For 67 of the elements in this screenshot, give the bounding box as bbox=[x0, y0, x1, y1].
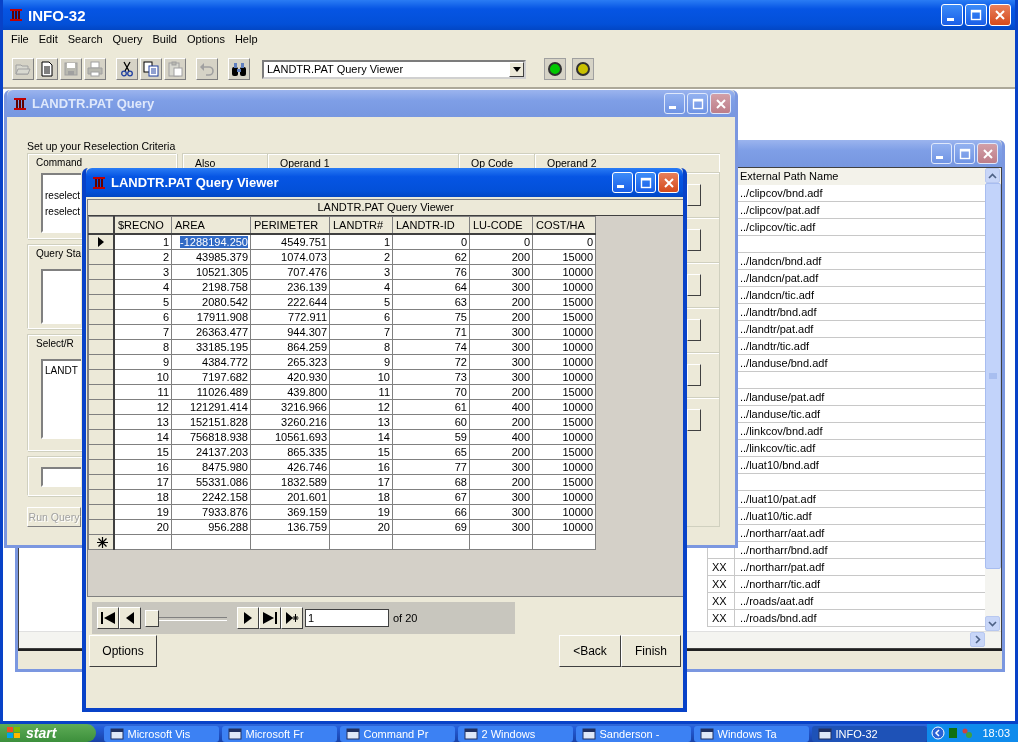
menu-item[interactable]: Edit bbox=[33, 33, 63, 45]
group-label: Select/R bbox=[36, 337, 74, 351]
file-path: ../linkcov/bnd.adf bbox=[739, 424, 824, 439]
window-title: LANDTR.PAT Query Viewer bbox=[111, 175, 279, 190]
file-path: ../landcn/bnd.adf bbox=[739, 254, 823, 269]
file-path: ../roads/bnd.adf bbox=[739, 611, 818, 626]
taskbar-button[interactable]: Sanderson - bbox=[575, 726, 691, 742]
file-path: ../landtr/pat.adf bbox=[739, 322, 815, 337]
window-title: INFO-32 bbox=[28, 6, 86, 24]
file-path: ../clipcov/bnd.adf bbox=[739, 186, 824, 201]
taskbar-button[interactable]: 2 Windows bbox=[457, 726, 573, 742]
column-header: LANDTR-ID bbox=[392, 216, 470, 234]
file-path: ../landuse/bnd.adf bbox=[739, 356, 829, 371]
finish-button[interactable]: Finish bbox=[621, 635, 681, 667]
command-field[interactable]: reselect reselect bbox=[41, 173, 81, 233]
clock: 18:03 bbox=[982, 727, 1011, 739]
menu-item[interactable]: File bbox=[6, 33, 34, 45]
record-count-label: of 20 bbox=[393, 612, 418, 624]
taskbar-button[interactable]: Microsoft Fr bbox=[221, 726, 337, 742]
record-number-field[interactable]: 1 bbox=[305, 609, 389, 627]
file-path: ../landtr/tic.adf bbox=[739, 339, 811, 354]
file-path: ../linkcov/tic.adf bbox=[739, 441, 817, 456]
options-button[interactable]: Options bbox=[89, 635, 157, 667]
taskbar-button[interactable]: Microsoft Vis bbox=[103, 726, 219, 742]
file-path: ../luat10/pat.adf bbox=[739, 492, 817, 507]
instructions-label: Set up your Reselection Criteria bbox=[27, 139, 177, 153]
file-path: ../landuse/tic.adf bbox=[739, 407, 822, 422]
taskbar-button[interactable]: Windows Ta bbox=[693, 726, 809, 742]
taskbar-button[interactable]: INFO-32 bbox=[811, 726, 927, 742]
column-header: External Path Name bbox=[735, 168, 985, 185]
column-header: LANDTR# bbox=[329, 216, 393, 234]
window-list-dropdown[interactable]: LANDTR.PAT Query Viewer bbox=[262, 59, 526, 79]
column-header: $RECNO bbox=[114, 216, 172, 234]
menu-item[interactable]: Search bbox=[62, 33, 108, 45]
column-header: COST/HA bbox=[532, 216, 596, 234]
file-path: ../luat10/bnd.adf bbox=[739, 458, 820, 473]
file-path: ../landcn/pat.adf bbox=[739, 271, 820, 286]
column-header: AREA bbox=[171, 216, 251, 234]
group-label: Command bbox=[36, 156, 83, 170]
menu-item[interactable]: Options bbox=[182, 33, 230, 45]
file-path: ../northarr/pat.adf bbox=[739, 560, 826, 575]
file-path: ../northarr/aat.adf bbox=[739, 526, 826, 541]
file-path: ../landtr/bnd.adf bbox=[739, 305, 818, 320]
column-header: Operand 2 bbox=[535, 154, 719, 172]
table-cell: XX bbox=[708, 610, 735, 626]
file-path: ../landcn/tic.adf bbox=[739, 288, 815, 303]
file-path: ../luat10/tic.adf bbox=[739, 509, 813, 524]
file-path: ../landuse/pat.adf bbox=[739, 390, 826, 405]
file-path: ../roads/aat.adf bbox=[739, 594, 815, 609]
group-label: Query Sta bbox=[36, 247, 82, 261]
column-header: LU-CODE bbox=[469, 216, 533, 234]
grid-caption: LANDTR.PAT Query Viewer bbox=[88, 200, 683, 216]
table-cell: XX bbox=[708, 593, 735, 609]
column-header: PERIMETER bbox=[250, 216, 330, 234]
menu-item[interactable]: Build bbox=[147, 33, 182, 45]
menu-item[interactable]: Query bbox=[107, 33, 148, 45]
selection-field[interactable]: LANDT bbox=[41, 359, 81, 439]
taskbar-button[interactable]: Command Pr bbox=[339, 726, 455, 742]
file-path: ../northarr/bnd.adf bbox=[739, 543, 829, 558]
window-title: LANDTR.PAT Query bbox=[32, 96, 155, 111]
table-cell: XX bbox=[708, 559, 735, 575]
back-button[interactable]: <Back bbox=[559, 635, 621, 667]
table-cell: XX bbox=[708, 576, 735, 592]
file-path: ../clipcov/pat.adf bbox=[739, 203, 821, 218]
menu-item[interactable]: Help bbox=[229, 33, 263, 45]
file-path: ../clipcov/tic.adf bbox=[739, 220, 817, 235]
file-path: ../northarr/tic.adf bbox=[739, 577, 822, 592]
